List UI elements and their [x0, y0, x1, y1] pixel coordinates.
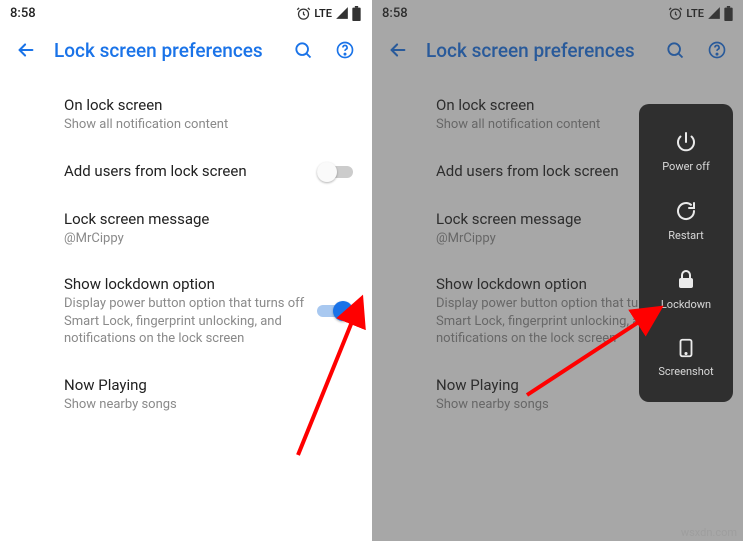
network-type: LTE — [686, 7, 704, 20]
network-type: LTE — [314, 7, 332, 20]
row-show-lockdown[interactable]: Show lockdown option Display power butto… — [0, 261, 371, 362]
signal-icon — [707, 6, 721, 20]
row-now-playing[interactable]: Now Playing Show nearby songs — [0, 362, 371, 428]
back-button[interactable] — [384, 36, 412, 64]
power-menu-poweroff[interactable]: Power off — [639, 118, 733, 187]
battery-icon — [352, 6, 361, 21]
help-icon — [707, 40, 727, 60]
status-icons: LTE — [296, 6, 361, 21]
search-button[interactable] — [289, 36, 317, 64]
power-menu-label: Power off — [662, 160, 710, 173]
arrow-left-icon — [387, 39, 409, 61]
row-title: Show lockdown option — [64, 275, 307, 293]
row-subtitle: @MrCippy — [64, 230, 349, 248]
search-icon — [293, 40, 313, 60]
row-subtitle: Show nearby songs — [64, 396, 349, 414]
row-subtitle: Display power button option that turns o… — [64, 295, 307, 348]
page-title: Lock screen preferences — [426, 39, 647, 62]
settings-list: On lock screen Show all notification con… — [0, 74, 371, 427]
toggle-add-users[interactable] — [317, 162, 353, 182]
row-subtitle: Show all notification content — [64, 116, 349, 134]
page-title: Lock screen preferences — [54, 39, 275, 62]
power-menu: Power off Restart Lockdown Screenshot — [639, 104, 733, 402]
screenshot-power-menu: 8:58 LTE Lock screen preferences On lock… — [372, 0, 743, 541]
back-button[interactable] — [12, 36, 40, 64]
row-add-users[interactable]: Add users from lock screen — [0, 148, 371, 196]
power-menu-label: Restart — [668, 229, 703, 242]
row-title: Now Playing — [64, 376, 349, 394]
battery-icon — [724, 6, 733, 21]
restart-icon — [674, 199, 698, 223]
toggle-show-lockdown[interactable] — [317, 301, 353, 321]
app-bar: Lock screen preferences — [372, 26, 743, 74]
help-button[interactable] — [331, 36, 359, 64]
help-icon — [335, 40, 355, 60]
power-menu-label: Screenshot — [658, 365, 713, 378]
app-bar: Lock screen preferences — [0, 26, 371, 74]
power-menu-lockdown[interactable]: Lockdown — [639, 256, 733, 325]
screenshot-settings: 8:58 LTE Lock screen preferences On lock… — [0, 0, 371, 541]
status-bar: 8:58 LTE — [372, 0, 743, 26]
row-title: Add users from lock screen — [64, 162, 307, 180]
status-icons: LTE — [668, 6, 733, 21]
arrow-left-icon — [15, 39, 37, 61]
alarm-icon — [296, 6, 311, 21]
signal-icon — [335, 6, 349, 20]
search-icon — [665, 40, 685, 60]
row-title: On lock screen — [64, 96, 349, 114]
watermark: wsxdn.com — [681, 526, 737, 539]
row-on-lock-screen[interactable]: On lock screen Show all notification con… — [0, 82, 371, 148]
power-icon — [674, 130, 698, 154]
alarm-icon — [668, 6, 683, 21]
help-button[interactable] — [703, 36, 731, 64]
row-lock-message[interactable]: Lock screen message @MrCippy — [0, 196, 371, 262]
power-menu-screenshot[interactable]: Screenshot — [639, 325, 733, 392]
screenshot-icon — [675, 337, 697, 359]
row-title: Lock screen message — [64, 210, 349, 228]
lock-icon — [674, 268, 698, 292]
search-button[interactable] — [661, 36, 689, 64]
power-menu-label: Lockdown — [661, 298, 711, 311]
clock-text: 8:58 — [10, 6, 36, 21]
power-menu-restart[interactable]: Restart — [639, 187, 733, 256]
status-bar: 8:58 LTE — [0, 0, 371, 26]
clock-text: 8:58 — [382, 6, 408, 21]
